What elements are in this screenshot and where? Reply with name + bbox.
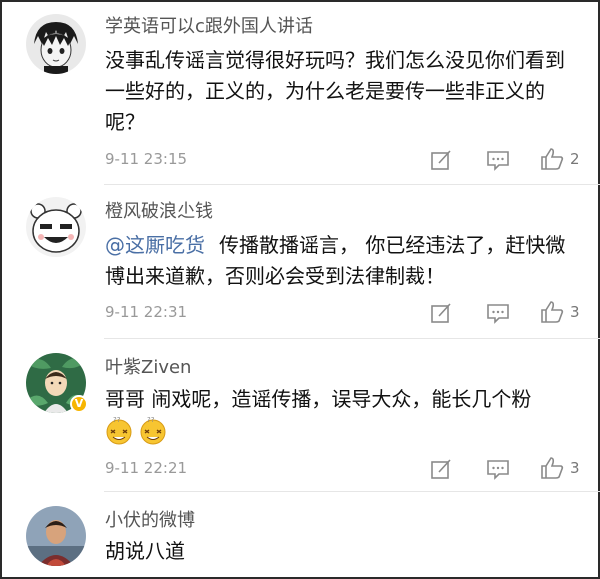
comment-text: 胡说八道 bbox=[105, 539, 185, 563]
reply-icon[interactable] bbox=[486, 457, 512, 481]
like-icon[interactable] bbox=[540, 300, 566, 324]
dizzy-face-emoji-icon: ?? ?? bbox=[106, 416, 166, 445]
svg-text:??: ?? bbox=[113, 416, 121, 424]
comment-item: 小伏的微博 胡说八道 bbox=[4, 492, 600, 579]
comment-text: @这厮吃货 传播散播谣言， 你已经违法了，赶快微博出来道歉，否则必会受到法律制裁！ bbox=[105, 230, 580, 292]
username[interactable]: 橙风破浪尐钱 bbox=[105, 197, 213, 223]
comment-text: 没事乱传谣言觉得很好玩吗？我们怎么没见你们看到一些好的，正义的，为什么老是要传一… bbox=[105, 48, 565, 134]
like-icon[interactable] bbox=[540, 456, 566, 480]
svg-text:??: ?? bbox=[147, 416, 155, 424]
like-count: 2 bbox=[570, 150, 580, 168]
comment-item: 橙风破浪尐钱 @这厮吃货 传播散播谣言， 你已经违法了，赶快微博出来道歉，否则必会… bbox=[4, 185, 600, 339]
photo-avatar-icon bbox=[26, 506, 86, 566]
verified-badge: V bbox=[70, 395, 88, 413]
edit-icon[interactable] bbox=[430, 301, 456, 325]
avatar[interactable] bbox=[26, 506, 86, 566]
anime-boy-avatar-icon bbox=[26, 14, 86, 74]
comment-list: 学英语可以c跟外国人讲话 没事乱传谣言觉得很好玩吗？我们怎么没见你们看到一些好的… bbox=[0, 0, 600, 579]
like-icon[interactable] bbox=[540, 147, 566, 171]
username[interactable]: 学英语可以c跟外国人讲话 bbox=[105, 12, 313, 38]
username[interactable]: 叶紫Ziven bbox=[105, 353, 191, 379]
like-count: 3 bbox=[570, 459, 580, 477]
comment-text: 哥哥 闹戏呢，造谣传播，误导大众，能长几个粉 bbox=[105, 387, 532, 411]
comment-item: V 叶紫Ziven 哥哥 闹戏呢，造谣传播，误导大众，能长几个粉 ?? ?? 9… bbox=[4, 339, 600, 492]
like-count: 3 bbox=[570, 303, 580, 321]
mention-link[interactable]: @这厮吃货 bbox=[105, 233, 205, 257]
emoji-row: ?? ?? bbox=[105, 416, 171, 450]
username[interactable]: 小伏的微博 bbox=[105, 506, 195, 532]
reply-icon[interactable] bbox=[486, 301, 512, 325]
edit-icon[interactable] bbox=[430, 457, 456, 481]
avatar[interactable] bbox=[26, 197, 86, 257]
timestamp: 9-11 22:31 bbox=[105, 303, 188, 321]
avatar[interactable] bbox=[26, 14, 86, 74]
edit-icon[interactable] bbox=[430, 148, 456, 172]
timestamp: 9-11 22:21 bbox=[105, 459, 188, 477]
cartoon-face-avatar-icon bbox=[26, 197, 86, 257]
comment-item: 学英语可以c跟外国人讲话 没事乱传谣言觉得很好玩吗？我们怎么没见你们看到一些好的… bbox=[4, 2, 600, 185]
reply-icon[interactable] bbox=[486, 148, 512, 172]
timestamp: 9-11 23:15 bbox=[105, 150, 188, 168]
